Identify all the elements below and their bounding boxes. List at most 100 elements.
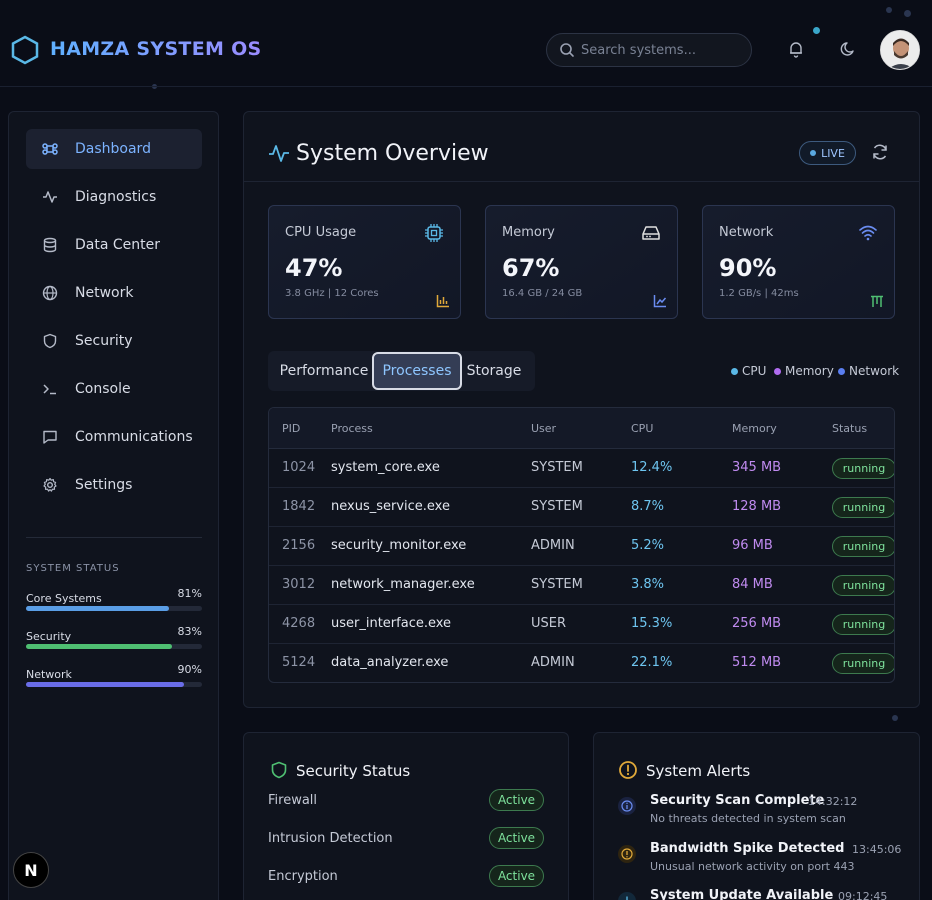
user-avatar[interactable]: [880, 30, 920, 70]
warning-icon: [618, 845, 636, 863]
card-label: CPU Usage: [285, 225, 357, 240]
cpu-usage-card[interactable]: CPU Usage 47% 3.8 GHz | 12 Cores: [268, 205, 461, 319]
status-badge: Active: [489, 865, 544, 887]
alert-time: 13:45:06: [852, 843, 902, 856]
message-icon: [43, 430, 57, 444]
framework-badge[interactable]: N: [13, 852, 49, 888]
activity-icon: [269, 145, 289, 162]
sidebar-divider: [26, 537, 202, 538]
hard-drive-icon: [642, 226, 660, 240]
cell-memory: 128 MB: [732, 499, 782, 514]
column-header-cpu[interactable]: CPU: [631, 422, 653, 435]
status-security: Security 83%: [26, 625, 202, 649]
sidebar-item-communications[interactable]: Communications: [26, 417, 202, 457]
system-status-title: SYSTEM STATUS: [26, 563, 120, 574]
cell-user: SYSTEM: [531, 499, 583, 514]
sidebar-item-label: Settings: [75, 477, 133, 493]
sidebar: Dashboard Diagnostics Data Center Networ…: [8, 111, 219, 900]
alert-title: Bandwidth Spike Detected: [650, 841, 845, 856]
cell-cpu: 3.8%: [631, 577, 665, 592]
cell-user: SYSTEM: [531, 460, 583, 475]
sidebar-item-label: Network: [75, 285, 134, 301]
info-icon: [618, 797, 636, 815]
network-bars-icon: [871, 295, 883, 307]
tab-storage[interactable]: Storage: [464, 351, 524, 391]
cell-user: ADMIN: [531, 655, 575, 670]
security-item-label: Firewall: [268, 793, 318, 808]
cell-memory: 345 MB: [732, 460, 782, 475]
terminal-icon: [43, 384, 56, 395]
status-badge: running: [832, 614, 894, 635]
sidebar-item-label: Communications: [75, 429, 193, 445]
sidebar-item-settings[interactable]: Settings: [26, 465, 202, 505]
download-icon: [618, 892, 636, 900]
search-icon: [560, 43, 574, 57]
table-row[interactable]: 3012 network_manager.exe SYSTEM 3.8% 84 …: [269, 566, 894, 605]
tab-processes[interactable]: Processes: [372, 352, 462, 390]
security-item-label: Intrusion Detection: [268, 831, 393, 846]
alert-description: Unusual network activity on port 443: [650, 860, 855, 873]
security-item-firewall: Firewall Active: [268, 789, 544, 813]
security-item-label: Encryption: [268, 869, 338, 884]
legend-label: Network: [849, 364, 900, 378]
cell-pid: 1024: [282, 460, 316, 475]
alert-title: System Update Available: [650, 888, 834, 900]
table-row[interactable]: 5124 data_analyzer.exe ADMIN 22.1% 512 M…: [269, 644, 894, 682]
shield-icon: [271, 761, 287, 779]
table-row[interactable]: 1024 system_core.exe SYSTEM 12.4% 345 MB…: [269, 449, 894, 488]
cell-process: network_manager.exe: [331, 577, 475, 592]
cell-cpu: 22.1%: [631, 655, 673, 670]
status-percent: 81%: [177, 587, 202, 600]
column-header-status[interactable]: Status: [832, 422, 867, 435]
status-badge: running: [832, 497, 894, 518]
sidebar-item-data-center[interactable]: Data Center: [26, 225, 202, 265]
globe-icon: [42, 285, 58, 301]
card-sub: 1.2 GB/s | 42ms: [719, 288, 799, 299]
live-badge: LIVE: [799, 141, 856, 165]
status-badge: running: [832, 653, 894, 674]
column-header-memory[interactable]: Memory: [732, 422, 777, 435]
tab-performance[interactable]: Performance: [276, 351, 372, 391]
security-item-intrusion-detection: Intrusion Detection Active: [268, 827, 544, 851]
cell-pid: 1842: [282, 499, 316, 514]
refresh-icon[interactable]: [871, 143, 889, 161]
cell-process: security_monitor.exe: [331, 538, 467, 553]
sidebar-item-console[interactable]: Console: [26, 369, 202, 409]
moon-icon[interactable]: [839, 40, 857, 58]
network-card[interactable]: Network 90% 1.2 GB/s | 42ms: [702, 205, 895, 319]
cell-pid: 3012: [282, 577, 316, 592]
bell-icon[interactable]: [787, 40, 805, 58]
table-row[interactable]: 4268 user_interface.exe USER 15.3% 256 M…: [269, 605, 894, 644]
card-value: 67%: [502, 254, 560, 282]
shield-icon: [43, 333, 57, 349]
sidebar-item-diagnostics[interactable]: Diagnostics: [26, 177, 202, 217]
column-header-process[interactable]: Process: [331, 422, 373, 435]
search-input[interactable]: [581, 42, 741, 58]
sidebar-item-dashboard[interactable]: Dashboard: [26, 129, 202, 169]
status-core-systems: Core Systems 81%: [26, 587, 202, 611]
status-fill: [26, 644, 173, 649]
memory-card[interactable]: Memory 67% 16.4 GB / 24 GB: [485, 205, 678, 319]
sidebar-item-security[interactable]: Security: [26, 321, 202, 361]
alert-description: No threats detected in system scan: [650, 812, 846, 825]
sidebar-item-network[interactable]: Network: [26, 273, 202, 313]
bar-chart-icon: [436, 295, 449, 308]
column-header-user[interactable]: User: [531, 422, 556, 435]
status-badge: running: [832, 458, 894, 479]
legend-label: CPU: [742, 364, 767, 378]
hexagon-logo-icon: [11, 35, 39, 65]
status-badge: running: [832, 536, 894, 557]
gear-icon: [43, 477, 57, 492]
card-sub: 3.8 GHz | 12 Cores: [285, 288, 379, 299]
alert-title: Security Scan Complete: [650, 793, 825, 808]
page-title: System Overview: [296, 141, 489, 166]
status-fill: [26, 682, 185, 687]
column-header-pid[interactable]: PID: [282, 422, 300, 435]
table-row[interactable]: 2156 security_monitor.exe ADMIN 5.2% 96 …: [269, 527, 894, 566]
search-box[interactable]: [546, 33, 752, 67]
legend-label: Memory: [785, 364, 834, 378]
card-value: 47%: [285, 254, 343, 282]
table-row[interactable]: 1842 nexus_service.exe SYSTEM 8.7% 128 M…: [269, 488, 894, 527]
sidebar-item-label: Diagnostics: [75, 189, 157, 205]
brand-title: HAMZA SYSTEM OS: [50, 38, 262, 60]
